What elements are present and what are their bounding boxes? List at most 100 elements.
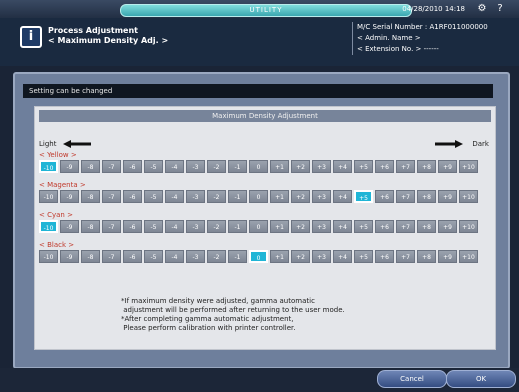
density-step-button[interactable]: +7 bbox=[396, 160, 415, 173]
density-step-button[interactable]: +4 bbox=[333, 190, 352, 203]
density-step-button[interactable]: -7 bbox=[102, 190, 121, 203]
density-step-button[interactable]: -6 bbox=[123, 220, 142, 233]
admin-name: < Admin. Name > bbox=[357, 34, 421, 42]
density-step-button[interactable]: -5 bbox=[144, 160, 163, 173]
density-step-button[interactable]: -4 bbox=[165, 250, 184, 263]
screen-title: Process Adjustment < Maximum Density Adj… bbox=[48, 26, 168, 46]
utility-tab[interactable]: UTILITY bbox=[120, 4, 412, 17]
density-step-button[interactable]: -5 bbox=[144, 220, 163, 233]
density-step-button[interactable]: +2 bbox=[291, 220, 310, 233]
density-step-button[interactable]: -9 bbox=[60, 190, 79, 203]
density-step-button[interactable]: +7 bbox=[396, 190, 415, 203]
density-panel: Maximum Density Adjustment Light Dark < … bbox=[34, 106, 496, 350]
density-step-button[interactable]: -1 bbox=[228, 160, 247, 173]
density-step-button[interactable]: +3 bbox=[312, 160, 331, 173]
density-step-button[interactable]: +7 bbox=[396, 220, 415, 233]
density-step-button[interactable]: +6 bbox=[375, 160, 394, 173]
color-label: < Cyan > bbox=[39, 211, 73, 219]
density-step-button[interactable]: -10 bbox=[39, 160, 58, 173]
density-step-button[interactable]: 0 bbox=[249, 220, 268, 233]
density-step-button[interactable]: -9 bbox=[60, 160, 79, 173]
density-step-button[interactable]: -9 bbox=[60, 250, 79, 263]
density-step-button[interactable]: +10 bbox=[459, 190, 478, 203]
density-step-button[interactable]: -4 bbox=[165, 190, 184, 203]
density-step-button[interactable]: +1 bbox=[270, 190, 289, 203]
density-step-button[interactable]: +6 bbox=[375, 250, 394, 263]
density-step-button[interactable]: -1 bbox=[228, 220, 247, 233]
density-step-button[interactable]: -2 bbox=[207, 160, 226, 173]
density-step-button[interactable]: -4 bbox=[165, 220, 184, 233]
density-step-button[interactable]: +4 bbox=[333, 250, 352, 263]
density-step-button[interactable]: -3 bbox=[186, 220, 205, 233]
density-step-button[interactable]: -8 bbox=[81, 250, 100, 263]
dark-label: Dark bbox=[472, 140, 489, 148]
density-step-button[interactable]: -8 bbox=[81, 190, 100, 203]
density-step-button[interactable]: +9 bbox=[438, 250, 457, 263]
density-step-button[interactable]: +2 bbox=[291, 250, 310, 263]
density-step-button[interactable]: -8 bbox=[81, 220, 100, 233]
density-step-button[interactable]: +10 bbox=[459, 220, 478, 233]
density-step-button[interactable]: +1 bbox=[270, 220, 289, 233]
density-step-button[interactable]: -4 bbox=[165, 160, 184, 173]
density-step-button[interactable]: -2 bbox=[207, 250, 226, 263]
density-step-button[interactable]: +8 bbox=[417, 220, 436, 233]
density-step-button[interactable]: +9 bbox=[438, 190, 457, 203]
density-scale: -10 -9 -8 -7 -6 -5 -4 -3 -2 -1 0 +1 +2 +3 +4 +5 +6 +7 +8 +9… bbox=[39, 160, 495, 173]
density-step-button[interactable]: +9 bbox=[438, 220, 457, 233]
density-step-button[interactable]: -10 bbox=[39, 190, 58, 203]
density-step-button[interactable]: +7 bbox=[396, 250, 415, 263]
density-step-button[interactable]: -6 bbox=[123, 250, 142, 263]
density-step-button[interactable]: +8 bbox=[417, 160, 436, 173]
density-step-button[interactable]: +5 bbox=[354, 190, 373, 203]
density-step-button[interactable]: -5 bbox=[144, 250, 163, 263]
density-step-button[interactable]: -2 bbox=[207, 220, 226, 233]
help-icon[interactable]: ? bbox=[493, 3, 507, 15]
density-step-button[interactable]: -3 bbox=[186, 160, 205, 173]
density-step-button[interactable]: +5 bbox=[354, 220, 373, 233]
density-step-button[interactable]: -8 bbox=[81, 160, 100, 173]
density-step-button[interactable]: -7 bbox=[102, 160, 121, 173]
density-step-button[interactable]: -3 bbox=[186, 190, 205, 203]
density-step-button[interactable]: -6 bbox=[123, 190, 142, 203]
extension-number: < Extension No. > ------ bbox=[357, 45, 439, 53]
density-step-button[interactable]: -1 bbox=[228, 190, 247, 203]
density-step-button[interactable]: +3 bbox=[312, 220, 331, 233]
density-step-button[interactable]: 0 bbox=[249, 250, 268, 263]
density-step-button[interactable]: +8 bbox=[417, 250, 436, 263]
density-step-button[interactable]: +1 bbox=[270, 250, 289, 263]
density-step-button[interactable]: +2 bbox=[291, 190, 310, 203]
density-step-button[interactable]: +2 bbox=[291, 160, 310, 173]
density-step-button[interactable]: -7 bbox=[102, 250, 121, 263]
density-step-button[interactable]: +4 bbox=[333, 220, 352, 233]
info-icon: i bbox=[20, 26, 42, 48]
density-step-button[interactable]: -2 bbox=[207, 190, 226, 203]
density-step-button[interactable]: -10 bbox=[39, 220, 58, 233]
density-step-button[interactable]: -3 bbox=[186, 250, 205, 263]
ok-button[interactable]: OK bbox=[446, 370, 516, 388]
density-step-button[interactable]: +10 bbox=[459, 250, 478, 263]
density-step-button[interactable]: -5 bbox=[144, 190, 163, 203]
light-label: Light bbox=[39, 140, 57, 148]
density-step-button[interactable]: -1 bbox=[228, 250, 247, 263]
density-step-button[interactable]: 0 bbox=[249, 160, 268, 173]
density-step-button[interactable]: +3 bbox=[312, 250, 331, 263]
density-step-button[interactable]: +3 bbox=[312, 190, 331, 203]
density-step-button[interactable]: 0 bbox=[249, 190, 268, 203]
density-step-button[interactable]: -10 bbox=[39, 250, 58, 263]
density-step-button[interactable]: +10 bbox=[459, 160, 478, 173]
density-step-button[interactable]: +8 bbox=[417, 190, 436, 203]
density-step-button[interactable]: +6 bbox=[375, 190, 394, 203]
density-step-button[interactable]: +5 bbox=[354, 160, 373, 173]
density-step-button[interactable]: +9 bbox=[438, 160, 457, 173]
density-step-button[interactable]: +4 bbox=[333, 160, 352, 173]
density-step-button[interactable]: -6 bbox=[123, 160, 142, 173]
cancel-button[interactable]: Cancel bbox=[377, 370, 447, 388]
density-step-button[interactable]: -9 bbox=[60, 220, 79, 233]
density-scale: -10 -9 -8 -7 -6 -5 -4 -3 -2 -1 0 +1 +2 +3 +4 +5 +6 +7 +8 +9… bbox=[39, 250, 495, 263]
density-step-button[interactable]: -7 bbox=[102, 220, 121, 233]
density-step-button[interactable]: +6 bbox=[375, 220, 394, 233]
datetime: 04/28/2010 14:18 bbox=[402, 5, 465, 13]
title-main: Process Adjustment bbox=[48, 26, 139, 35]
density-step-button[interactable]: +5 bbox=[354, 250, 373, 263]
density-step-button[interactable]: +1 bbox=[270, 160, 289, 173]
